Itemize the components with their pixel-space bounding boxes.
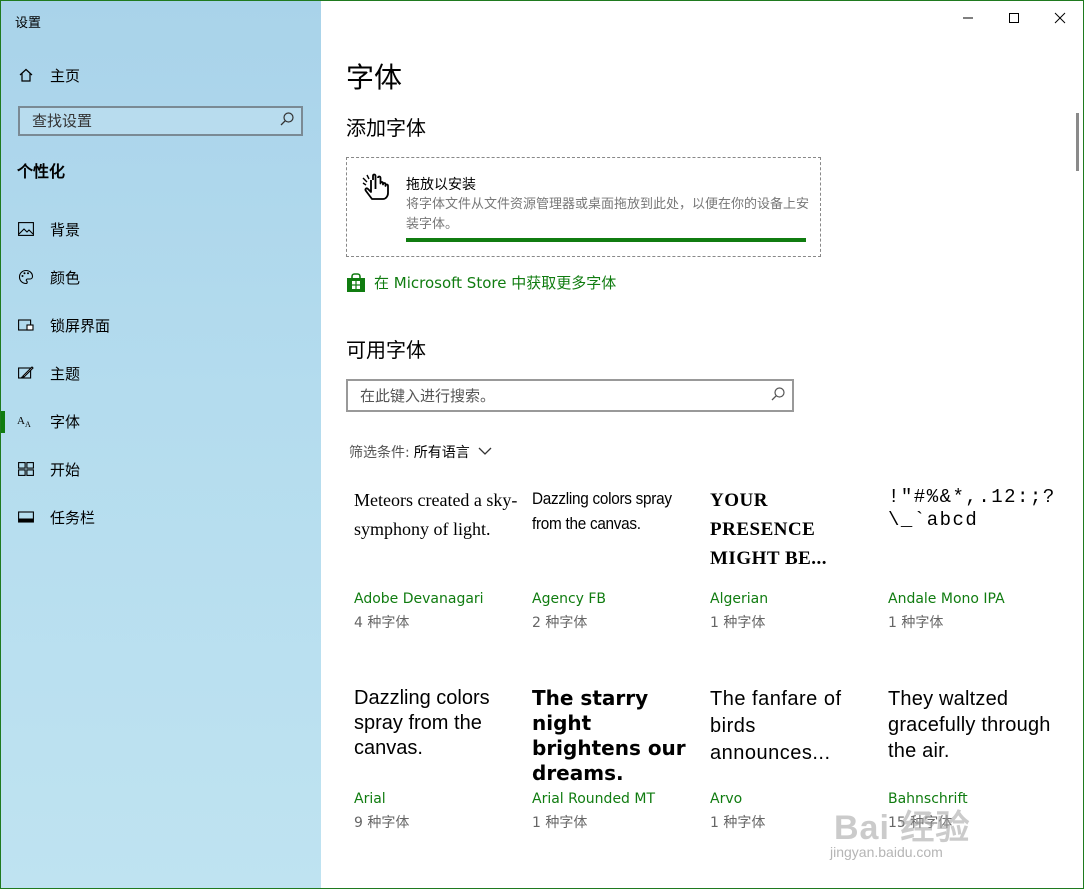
section-title: 个性化	[17, 162, 66, 181]
settings-search-box[interactable]	[18, 106, 303, 136]
available-fonts-heading: 可用字体	[346, 338, 426, 362]
close-button[interactable]	[1037, 1, 1083, 35]
sidebar-item-label: 任务栏	[50, 508, 96, 527]
app-title: 设置	[15, 16, 42, 31]
font-name: Algerian	[710, 591, 769, 607]
font-sample: Dazzling colors spray from the canvas.	[354, 687, 490, 759]
search-icon[interactable]	[770, 386, 786, 406]
font-sample: !"#%&*,.12:;?\_`abcd	[888, 486, 1056, 531]
sidebar-item-colors[interactable]: 颜色	[1, 253, 321, 301]
drop-accent-bar	[406, 238, 806, 242]
font-count: 9 种字体	[354, 815, 410, 831]
maximize-icon	[1008, 9, 1020, 28]
sidebar-item-label: 字体	[50, 412, 81, 431]
scrollbar-thumb[interactable]	[1076, 113, 1079, 171]
sidebar-item-lock-screen[interactable]: 锁屏界面	[1, 301, 321, 349]
font-card-arvo[interactable]: The fanfare of birds announces... Arvo 1…	[710, 686, 880, 846]
window-controls	[945, 1, 1083, 35]
font-card-arial-rounded-mt[interactable]: The starry night brightens our dreams. A…	[532, 686, 702, 846]
font-sample: The starry night brightens our dreams.	[532, 686, 686, 785]
font-name: Arial Rounded MT	[532, 791, 656, 807]
sidebar-item-label: 主题	[50, 364, 81, 383]
font-name: Arvo	[710, 791, 743, 807]
filter-dropdown[interactable]: 所有语言	[414, 442, 470, 462]
settings-search-input[interactable]	[30, 111, 274, 131]
font-name: Agency FB	[532, 591, 607, 607]
sidebar-nav: 背景 颜色 锁屏界面 主题 A A 字体 开始 任务栏	[1, 205, 321, 541]
font-count: 15 种字体	[888, 815, 953, 831]
font-card-andale-mono-ipa[interactable]: !"#%&*,.12:;?\_`abcd Andale Mono IPA 1 种…	[888, 486, 1058, 646]
font-icon: AA	[17, 412, 35, 430]
add-fonts-heading: 添加字体	[346, 116, 426, 140]
sidebar-item-label: 主页	[50, 66, 81, 85]
sidebar-item-taskbar[interactable]: 任务栏	[1, 493, 321, 541]
font-card-bahnschrift[interactable]: They waltzed gracefully through the air.…	[888, 686, 1058, 846]
sidebar-item-label: 开始	[50, 460, 81, 479]
chevron-down-icon[interactable]	[478, 444, 492, 460]
sidebar-item-label: 锁屏界面	[50, 316, 111, 335]
close-icon	[1054, 9, 1066, 28]
store-link-label: 在 Microsoft Store 中获取更多字体	[374, 274, 617, 292]
font-count: 1 种字体	[710, 815, 766, 831]
sidebar-item-themes[interactable]: 主题	[1, 349, 321, 397]
settings-window: 设置 主页 个性化 背景	[0, 0, 1084, 889]
lock-screen-icon	[17, 316, 35, 334]
sidebar-item-fonts[interactable]: AA 字体	[1, 397, 321, 445]
minimize-icon	[962, 9, 974, 28]
font-sample: The fanfare of birds announces...	[710, 688, 842, 764]
svg-text:A: A	[17, 415, 25, 427]
store-bag-icon	[346, 272, 366, 293]
main-content: 字体 添加字体 拖放以安装 将字体文件从文件资源管理器或桌面拖放到此处，以便在你…	[321, 1, 1083, 888]
minimize-button[interactable]	[945, 1, 991, 35]
font-name: Arial	[354, 791, 386, 807]
font-count: 1 种字体	[888, 615, 944, 631]
sidebar-item-background[interactable]: 背景	[1, 205, 321, 253]
font-sample: Dazzling colors spray from the canvas.	[532, 489, 672, 533]
theme-brush-icon	[17, 364, 35, 382]
hand-drag-icon	[361, 172, 395, 206]
font-search-box[interactable]	[346, 379, 794, 412]
font-name: Andale Mono IPA	[888, 591, 1005, 607]
sidebar-item-home[interactable]: 主页	[17, 63, 80, 87]
drop-description: 将字体文件从文件资源管理器或桌面拖放到此处，以便在你的设备上安装字体。	[406, 197, 810, 232]
font-count: 1 种字体	[532, 815, 588, 831]
maximize-button[interactable]	[991, 1, 1037, 35]
font-count: 2 种字体	[532, 615, 588, 631]
filter-label: 筛选条件:	[349, 445, 410, 461]
start-grid-icon	[17, 460, 35, 478]
font-count: 1 种字体	[710, 615, 766, 631]
font-count: 4 种字体	[354, 615, 410, 631]
language-filter: 筛选条件: 所有语言	[349, 442, 492, 462]
page-title: 字体	[346, 61, 403, 94]
sidebar: 设置 主页 个性化 背景	[1, 1, 321, 888]
font-sample: YOUR PRESENCE MIGHT BE...	[710, 490, 828, 569]
palette-icon	[17, 268, 35, 286]
font-search-input[interactable]	[358, 385, 762, 406]
home-icon	[17, 66, 35, 84]
sidebar-item-label: 颜色	[50, 268, 81, 287]
drop-title: 拖放以安装	[406, 177, 476, 193]
sidebar-item-label: 背景	[50, 220, 81, 239]
font-card-agency-fb[interactable]: Dazzling colors spray from the canvas. A…	[532, 486, 702, 646]
font-card-arial[interactable]: Dazzling colors spray from the canvas. A…	[354, 686, 524, 846]
svg-text:A: A	[25, 420, 31, 428]
font-card-algerian[interactable]: YOUR PRESENCE MIGHT BE... Algerian 1 种字体	[710, 486, 880, 646]
font-card-adobe-devanagari[interactable]: Meteors created a sky-symphony of light.…	[354, 486, 524, 646]
sidebar-item-start[interactable]: 开始	[1, 445, 321, 493]
font-drop-zone[interactable]: 拖放以安装 将字体文件从文件资源管理器或桌面拖放到此处，以便在你的设备上安装字体…	[346, 157, 821, 257]
picture-icon	[17, 220, 35, 238]
store-link[interactable]: 在 Microsoft Store 中获取更多字体	[346, 272, 616, 293]
search-icon[interactable]	[279, 111, 295, 131]
font-sample: They waltzed gracefully through the air.	[888, 688, 1051, 762]
font-name: Bahnschrift	[888, 791, 968, 807]
font-sample: Meteors created a sky-symphony of light.	[354, 490, 518, 539]
font-name: Adobe Devanagari	[354, 591, 484, 607]
taskbar-icon	[17, 508, 35, 526]
